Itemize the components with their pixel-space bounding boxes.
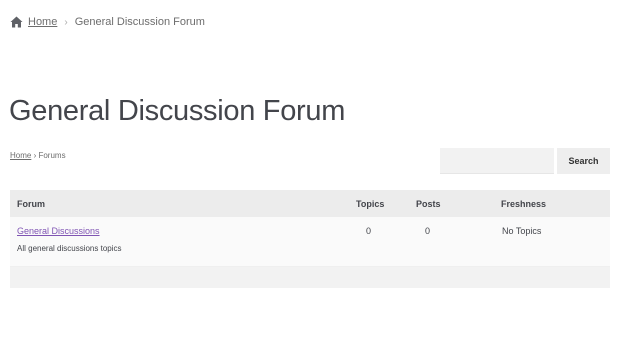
search-button[interactable]: Search (557, 148, 610, 174)
forum-breadcrumb: Home › Forums (10, 151, 66, 160)
column-header-posts: Posts (416, 199, 441, 209)
search-input[interactable] (440, 148, 554, 174)
forum-title-link[interactable]: General Discussions (17, 226, 100, 236)
forum-table: Forum Topics Posts Freshness General Dis… (10, 190, 610, 288)
breadcrumb-home-link[interactable]: Home (28, 16, 57, 28)
column-header-topics: Topics (356, 199, 385, 209)
table-row: General Discussions All general discussi… (10, 217, 610, 267)
column-header-forum: Forum (17, 199, 45, 209)
home-icon (10, 16, 23, 28)
page-title: General Discussion Forum (9, 95, 346, 127)
forum-posts-count: 0 (425, 226, 431, 236)
forum-breadcrumb-current: Forums (38, 151, 66, 160)
table-footer (10, 267, 610, 288)
forum-description: All general discussions topics (17, 244, 122, 253)
column-header-freshness: Freshness (501, 199, 547, 209)
forum-topics-count: 0 (366, 226, 372, 236)
breadcrumb: Home › General Discussion Forum (10, 14, 205, 30)
forum-freshness: No Topics (502, 226, 542, 236)
breadcrumb-separator: › (64, 16, 68, 28)
forum-breadcrumb-home-link[interactable]: Home (10, 151, 31, 160)
breadcrumb-current: General Discussion Forum (74, 16, 205, 28)
table-header: Forum Topics Posts Freshness (10, 190, 610, 217)
